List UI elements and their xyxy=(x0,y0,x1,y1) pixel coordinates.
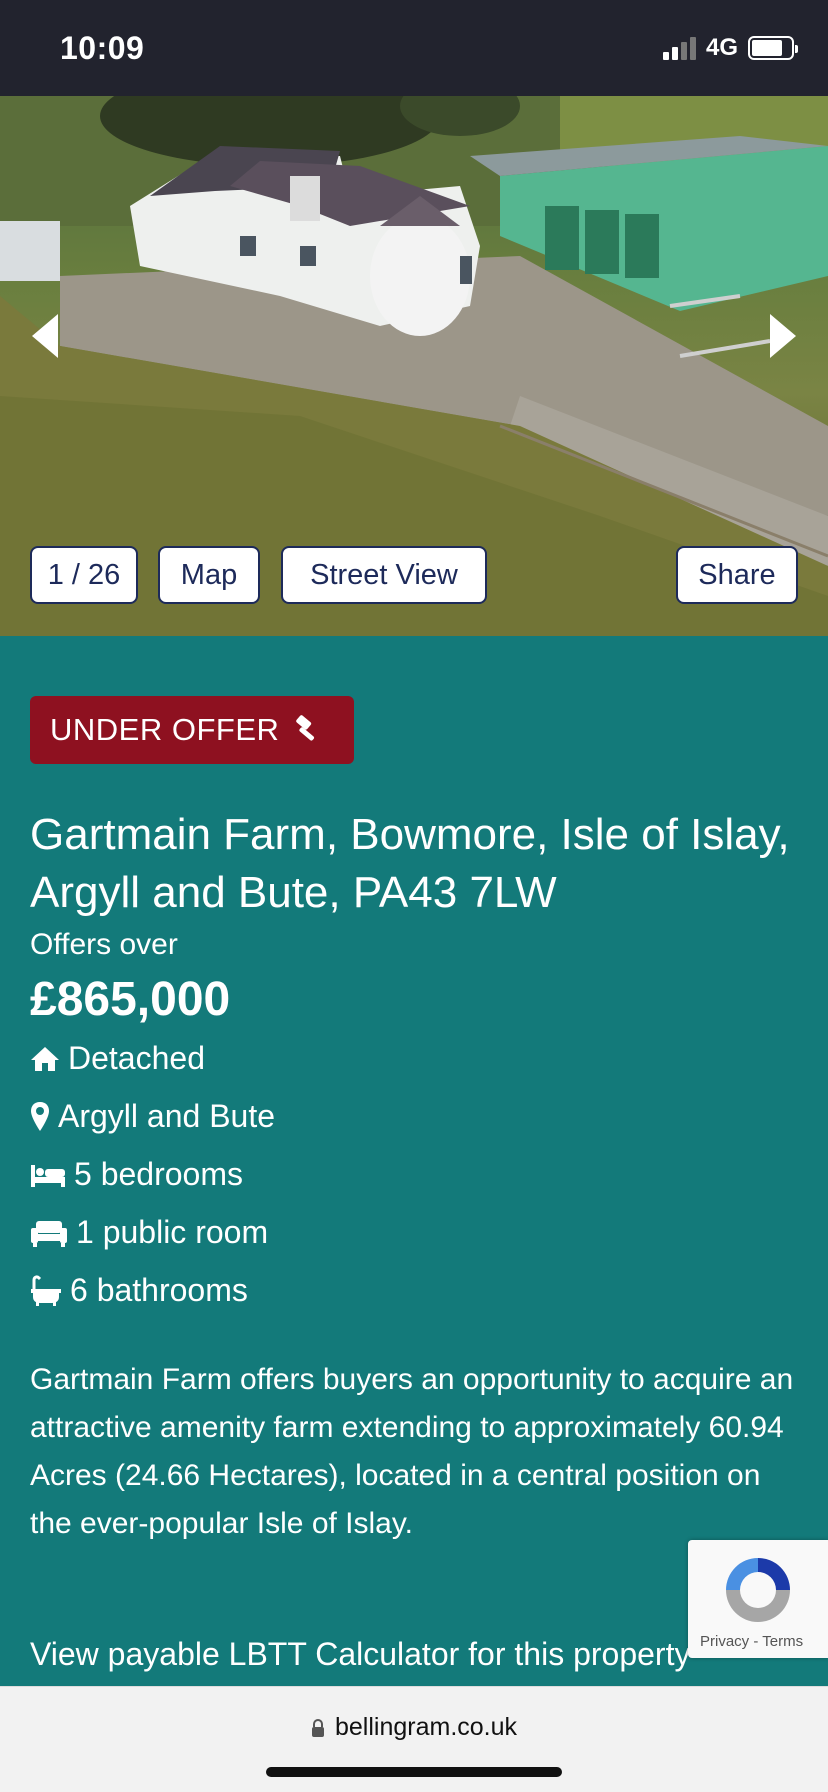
property-description: Gartmain Farm offers buyers an opportuni… xyxy=(30,1363,794,1540)
recaptcha-privacy-link[interactable]: Privacy xyxy=(700,1633,749,1650)
gavel-icon xyxy=(296,715,315,741)
street-view-button[interactable]: Street View xyxy=(281,546,487,604)
share-button[interactable]: Share xyxy=(676,546,798,604)
status-bar: 10:09 4G xyxy=(0,0,828,96)
recaptcha-links: Privacy - Terms xyxy=(700,1633,803,1650)
feature-text: 1 public room xyxy=(76,1214,269,1250)
price-qualifier: Offers over xyxy=(30,928,178,961)
recaptcha-badge[interactable]: Privacy - Terms xyxy=(688,1540,828,1658)
feature-public-rooms: 1 public room xyxy=(30,1214,268,1251)
recaptcha-separator: - xyxy=(753,1633,759,1650)
feature-bathrooms: 6 bathrooms xyxy=(30,1272,248,1309)
lock-icon xyxy=(311,1718,324,1737)
signal-icon xyxy=(662,36,696,60)
next-photo-button[interactable] xyxy=(762,306,802,366)
address-field[interactable]: bellingram.co.uk xyxy=(0,1713,828,1742)
feature-text: 6 bathrooms xyxy=(70,1272,248,1308)
status-badge: UNDER OFFER xyxy=(30,696,354,764)
url-text: bellingram.co.uk xyxy=(334,1713,518,1741)
feature-text: 5 bedrooms xyxy=(74,1156,243,1192)
map-button[interactable]: Map xyxy=(158,546,260,604)
recaptcha-icon xyxy=(726,1558,790,1622)
browser-url-bar[interactable]: bellingram.co.uk xyxy=(0,1686,828,1792)
property-address: Gartmain Farm, Bowmore, Isle of Islay, A… xyxy=(30,810,790,917)
network-type: 4G xyxy=(705,34,738,61)
battery-icon xyxy=(748,36,798,60)
house-icon xyxy=(31,1046,59,1071)
photo-gallery[interactable]: 1 / 26 Map Street View Share xyxy=(0,96,828,636)
feature-text: Argyll and Bute xyxy=(58,1098,276,1134)
status-indicators: 4G xyxy=(662,34,798,62)
bath-icon xyxy=(31,1274,61,1306)
listing-details: UNDER OFFER Gartmain Farm, Bowmore, Isle… xyxy=(0,636,828,1686)
recaptcha-terms-link[interactable]: Terms xyxy=(762,1633,803,1650)
feature-text: Detached xyxy=(68,1040,205,1076)
status-time: 10:09 xyxy=(60,30,145,66)
map-pin-icon xyxy=(31,1101,49,1131)
sofa-icon xyxy=(31,1220,67,1247)
price: £865,000 xyxy=(30,973,231,1026)
home-indicator[interactable] xyxy=(266,1767,562,1777)
feature-location: Argyll and Bute xyxy=(30,1098,275,1135)
chevron-right-icon xyxy=(770,314,796,358)
lbtt-calculator-link[interactable]: View payable LBTT Calculator for this pr… xyxy=(30,1636,766,1673)
bed-icon xyxy=(31,1164,65,1187)
status-badge-label: UNDER OFFER xyxy=(50,712,280,747)
photo-counter-button[interactable]: 1 / 26 xyxy=(30,546,138,604)
feature-property-type: Detached xyxy=(30,1040,205,1077)
feature-bedrooms: 5 bedrooms xyxy=(30,1156,243,1193)
chevron-left-icon xyxy=(32,314,58,358)
previous-photo-button[interactable] xyxy=(26,306,66,366)
